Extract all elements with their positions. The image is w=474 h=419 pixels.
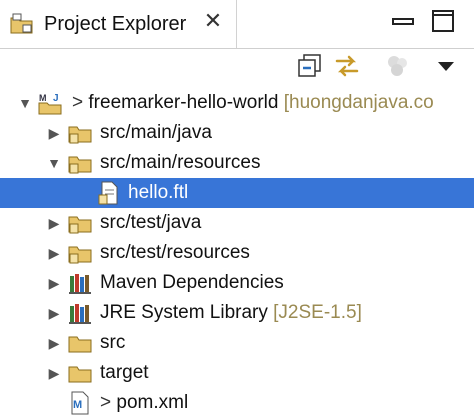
library-icon — [69, 274, 91, 294]
tree-item-src[interactable]: ▶ src — [0, 328, 474, 358]
maven-project-icon: M J — [38, 93, 62, 115]
link-with-editor-icon[interactable] — [333, 52, 361, 80]
tree-item-hello-ftl[interactable]: hello.ftl — [0, 178, 474, 208]
folder-icon — [68, 336, 92, 353]
collapsed-arrow-icon[interactable]: ▶ — [46, 268, 62, 298]
tree-item-src-main-resources[interactable]: ▼ src/main/resources — [0, 148, 474, 178]
focus-active-task-icon[interactable] — [384, 52, 412, 80]
tree-item-label: target — [100, 362, 149, 383]
source-folder-icon — [68, 216, 92, 234]
tree-item-pom-xml[interactable]: M > pom.xml — [0, 388, 474, 418]
git-indicator: > — [100, 392, 112, 413]
tree-item-label: src — [100, 332, 126, 353]
tree-item-src-test-java[interactable]: ▶ src/test/java — [0, 208, 474, 238]
expanded-arrow-icon[interactable]: ▼ — [17, 88, 33, 118]
tree-item-label: hello.ftl — [128, 182, 189, 203]
svg-text:J: J — [53, 93, 59, 104]
collapsed-arrow-icon[interactable]: ▶ — [46, 118, 62, 148]
tree-item-src-test-resources[interactable]: ▶ src/test/resources — [0, 238, 474, 268]
collapsed-arrow-icon[interactable]: ▶ — [46, 238, 62, 268]
library-icon — [69, 304, 91, 324]
source-folder-icon — [68, 156, 92, 174]
collapsed-arrow-icon[interactable]: ▶ — [46, 358, 62, 388]
view-menu-icon[interactable] — [432, 52, 460, 80]
maven-pom-icon: M — [71, 391, 89, 415]
project-explorer-tab[interactable]: Project Explorer ✕ — [0, 0, 237, 48]
source-folder-icon — [68, 126, 92, 144]
tree-item-label: src/test/java — [100, 212, 202, 233]
tree-item-label: Maven Dependencies — [100, 272, 284, 293]
tree-item-label: src/test/resources — [100, 242, 250, 263]
minimize-icon[interactable] — [390, 8, 416, 34]
project-explorer-icon — [10, 13, 33, 34]
maximize-icon[interactable] — [430, 8, 456, 34]
collapsed-arrow-icon[interactable]: ▶ — [46, 208, 62, 238]
tree-item-decoration: [J2SE-1.5] — [273, 302, 362, 323]
source-folder-icon — [68, 246, 92, 264]
file-icon — [98, 181, 118, 205]
tree-item-label: src/main/java — [100, 122, 212, 143]
collapsed-arrow-icon[interactable]: ▶ — [46, 328, 62, 358]
close-icon[interactable]: ✕ — [203, 10, 223, 32]
tree-item-target[interactable]: ▶ target — [0, 358, 474, 388]
tree-item-label: freemarker-hello-world — [88, 92, 279, 113]
tree-item-maven-dependencies[interactable]: ▶ Maven Dependencies — [0, 268, 474, 298]
git-indicator: > — [72, 92, 84, 113]
svg-text:M: M — [73, 399, 82, 411]
collapse-all-icon[interactable] — [296, 52, 324, 80]
folder-icon — [68, 366, 92, 383]
collapsed-arrow-icon[interactable]: ▶ — [46, 298, 62, 328]
view-title: Project Explorer — [44, 13, 187, 35]
tree-item-project[interactable]: ▼ M J > freemarker-hello-world [huongdan… — [0, 88, 474, 118]
tree-item-decoration: [huongdanjava.co — [283, 92, 434, 113]
expanded-arrow-icon[interactable]: ▼ — [46, 148, 62, 178]
tree-item-label: JRE System Library — [100, 302, 268, 323]
tree-item-label: pom.xml — [116, 392, 189, 413]
tree-item-label: src/main/resources — [100, 152, 261, 173]
tree-item-src-main-java[interactable]: ▶ src/main/java — [0, 118, 474, 148]
svg-text:M: M — [39, 93, 47, 103]
tree-item-jre-system-library[interactable]: ▶ JRE System Library [J2SE-1.5] — [0, 298, 474, 328]
view-title-bar: Project Explorer ✕ — [0, 0, 474, 49]
